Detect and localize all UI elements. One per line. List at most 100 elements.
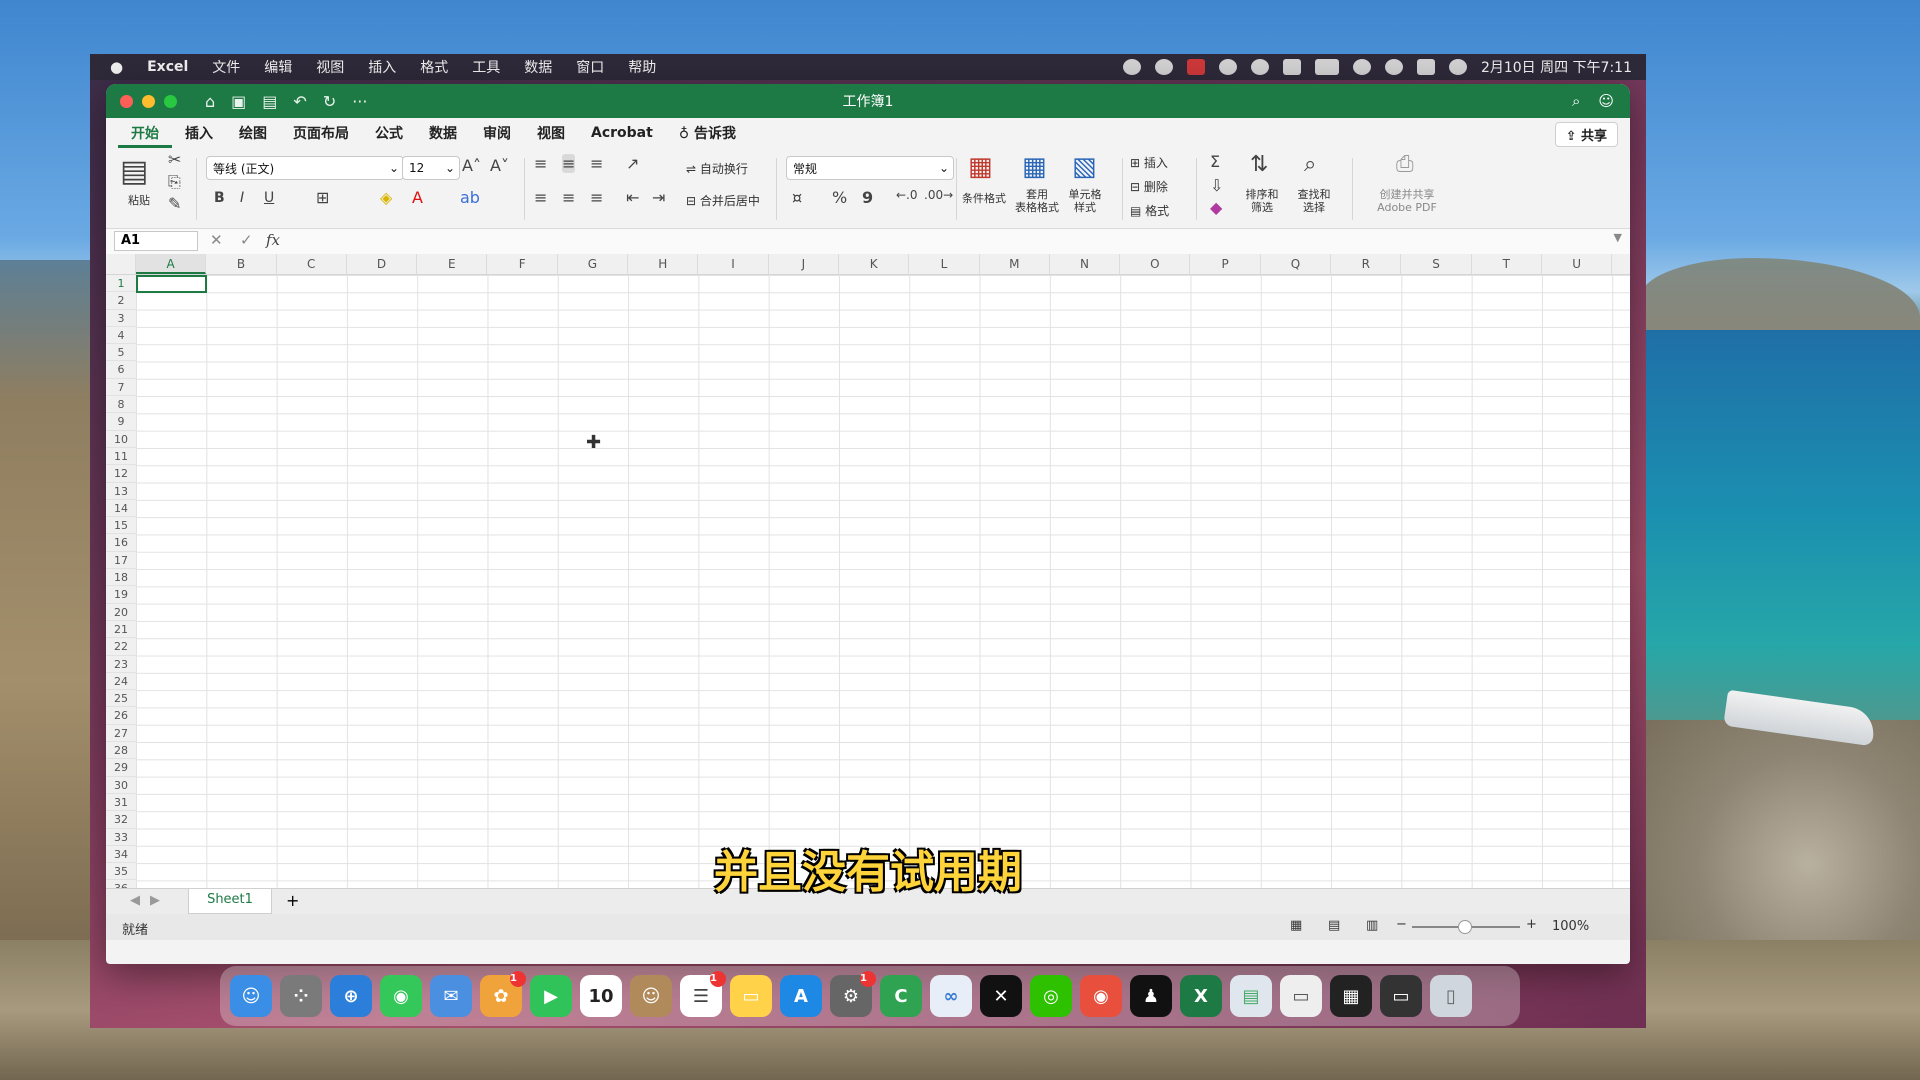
qq-icon[interactable]: ♟ <box>1130 975 1172 1017</box>
selected-cell-a1[interactable] <box>136 275 207 293</box>
search-icon[interactable]: ⌕ <box>1572 92 1580 110</box>
wrap-text-button[interactable]: ⇌ 自动换行 <box>686 160 748 177</box>
row-header[interactable]: 21 <box>106 620 136 639</box>
autosum-icon[interactable]: Σ <box>1210 152 1220 171</box>
row-header[interactable]: 32 <box>106 811 136 829</box>
cell-area[interactable] <box>136 275 1630 888</box>
increase-decimal-icon[interactable]: ←.0 <box>896 188 918 202</box>
safari-icon[interactable]: ⊕ <box>330 975 372 1017</box>
launchpad-icon[interactable]: ⁘ <box>280 975 322 1017</box>
menu-window[interactable]: 窗口 <box>564 57 616 77</box>
column-header[interactable]: N <box>1050 254 1121 274</box>
format-cells-button[interactable]: ▤ 格式 <box>1130 202 1169 219</box>
menubar-clock[interactable]: 2月10日 周四 下午7:11 <box>1481 57 1632 77</box>
row-header[interactable]: 17 <box>106 551 136 570</box>
minimize-window-button[interactable] <box>142 94 155 108</box>
conditional-format-icon[interactable]: ▦ <box>968 152 993 182</box>
decrease-font-icon[interactable]: A˅ <box>490 156 509 175</box>
wechat-icon[interactable]: ◎ <box>1030 975 1072 1017</box>
input-method-icon[interactable] <box>1282 59 1301 75</box>
menu-view[interactable]: 视图 <box>304 57 356 77</box>
column-header[interactable]: O <box>1120 254 1191 274</box>
cell-style-label[interactable]: 单元格 样式 <box>1060 188 1110 214</box>
row-header[interactable]: 31 <box>106 793 136 812</box>
align-left-icon[interactable]: ≡ <box>534 188 547 207</box>
column-header[interactable]: Q <box>1261 254 1332 274</box>
page-layout-view-icon[interactable]: ▤ <box>1328 918 1340 933</box>
save-as-icon[interactable]: ▤ <box>262 92 277 111</box>
borders-icon[interactable]: ⊞ <box>316 188 329 207</box>
format-painter-icon[interactable]: ✎ <box>168 194 181 213</box>
menu-data[interactable]: 数据 <box>512 57 564 77</box>
insert-cells-button[interactable]: ⊞ 插入 <box>1130 154 1168 171</box>
find-select-icon[interactable]: ⌕ <box>1304 152 1316 177</box>
menu-file[interactable]: 文件 <box>200 57 252 77</box>
row-header[interactable]: 15 <box>106 517 136 535</box>
row-header[interactable]: 2 <box>106 292 136 310</box>
column-header[interactable]: K <box>839 254 910 274</box>
row-header[interactable]: 22 <box>106 638 136 656</box>
tab-tell-me[interactable]: ♁ 告诉我 <box>666 119 749 147</box>
column-header[interactable]: A <box>136 254 207 274</box>
row-header[interactable]: 27 <box>106 724 136 743</box>
app-store-icon[interactable]: A <box>780 975 822 1017</box>
undo-icon[interactable]: ↶ <box>293 92 306 111</box>
menu-insert[interactable]: 插入 <box>356 57 408 77</box>
creative-cloud-icon[interactable] <box>1154 59 1173 75</box>
expand-formula-icon[interactable]: ▼ <box>1614 231 1622 244</box>
row-header[interactable]: 12 <box>106 465 136 483</box>
tab-formulas[interactable]: 公式 <box>362 119 416 147</box>
battery-icon[interactable] <box>1314 59 1339 75</box>
row-header[interactable]: 5 <box>106 344 136 362</box>
row-header[interactable]: 11 <box>106 447 136 466</box>
wifi-icon[interactable] <box>1352 59 1371 75</box>
conditional-format-label[interactable]: 条件格式 <box>954 192 1014 205</box>
column-header[interactable]: E <box>417 254 488 274</box>
tab-home[interactable]: 开始 <box>118 119 172 148</box>
merge-center-button[interactable]: ⊟ 合并后居中 <box>686 192 760 209</box>
row-header[interactable]: 23 <box>106 655 136 673</box>
orientation-icon[interactable]: ↗ <box>626 154 639 173</box>
column-header[interactable]: F <box>488 254 558 274</box>
align-center-icon[interactable]: ≡ <box>562 188 575 207</box>
row-header[interactable]: 7 <box>106 378 136 397</box>
name-box[interactable]: A1 <box>114 231 198 251</box>
cell-style-icon[interactable]: ▧ <box>1072 152 1097 182</box>
system-preferences-icon[interactable]: ⚙ 1 <box>830 971 876 1017</box>
sort-filter-label[interactable]: 排序和 筛选 <box>1240 188 1284 214</box>
copy-icon[interactable]: ⎘ <box>168 172 181 192</box>
tab-acrobat[interactable]: Acrobat <box>578 121 666 145</box>
row-header[interactable]: 18 <box>106 569 136 587</box>
paste-icon[interactable]: ▤ <box>120 154 148 189</box>
document-icon[interactable]: ▭ <box>1280 975 1322 1017</box>
row-header[interactable]: 24 <box>106 672 136 691</box>
photos-icon[interactable]: ✿ 1 <box>480 971 526 1017</box>
select-all-corner[interactable] <box>106 254 136 274</box>
notes-icon[interactable]: ▭ <box>730 975 772 1017</box>
align-bottom-icon[interactable]: ≡ <box>590 154 603 173</box>
menu-format[interactable]: 格式 <box>408 57 460 77</box>
column-header[interactable]: T <box>1472 254 1542 274</box>
column-header[interactable]: S <box>1401 254 1472 274</box>
calendar-icon[interactable]: 10 <box>580 975 622 1017</box>
row-header[interactable]: 29 <box>106 759 136 777</box>
row-header[interactable]: 14 <box>106 499 136 518</box>
row-header[interactable]: 20 <box>106 603 136 621</box>
excel-icon[interactable]: X <box>1180 975 1222 1017</box>
row-header[interactable]: 16 <box>106 534 136 552</box>
menu-help[interactable]: 帮助 <box>616 57 668 77</box>
adobe-pdf-icon[interactable]: ⎙ <box>1396 152 1414 177</box>
decrease-decimal-icon[interactable]: .00→ <box>924 188 953 202</box>
tab-page-layout[interactable]: 页面布局 <box>280 119 362 147</box>
column-header[interactable]: D <box>347 254 418 274</box>
font-size-select[interactable]: 12 ⌄ <box>402 156 460 180</box>
zoom-level[interactable]: 100% <box>1552 919 1589 934</box>
messages-icon[interactable]: ◉ <box>380 975 422 1017</box>
increase-font-icon[interactable]: A˄ <box>462 156 481 175</box>
row-header[interactable]: 3 <box>106 309 136 327</box>
table-format-label[interactable]: 套用 表格格式 <box>1012 188 1062 214</box>
cut-icon[interactable]: ✂ <box>168 150 181 169</box>
row-header[interactable]: 30 <box>106 776 136 794</box>
notification-bell-icon[interactable] <box>1122 59 1141 75</box>
comma-button[interactable]: 9 <box>862 188 873 207</box>
